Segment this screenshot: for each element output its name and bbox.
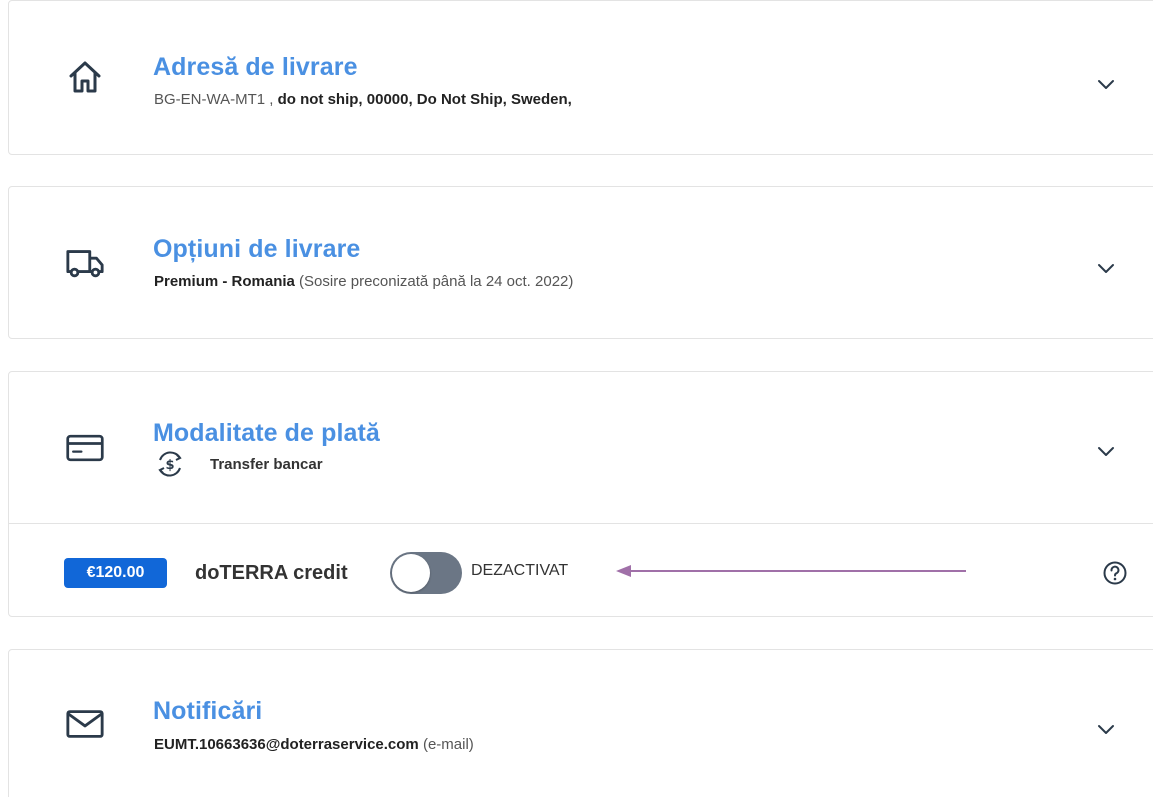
chevron-down-icon[interactable] bbox=[1095, 73, 1117, 95]
shipping-eta: (Sosire preconizată până la 24 oct. 2022… bbox=[299, 273, 574, 290]
notifications-card: Notificări EUMT.10663636@doterraservice.… bbox=[8, 649, 1153, 797]
notifications-header[interactable]: Notificări EUMT.10663636@doterraservice.… bbox=[9, 650, 1153, 797]
svg-text:$: $ bbox=[165, 458, 174, 473]
chevron-down-icon[interactable] bbox=[1095, 257, 1117, 279]
shipping-options-card: Opțiuni de livrare Premium - Romania (So… bbox=[8, 186, 1153, 339]
chevron-down-icon[interactable] bbox=[1095, 718, 1117, 740]
notifications-title: Notificări bbox=[153, 697, 263, 725]
notification-email: EUMT.10663636@doterraservice.com bbox=[154, 736, 419, 753]
shipping-address-card: Adresă de livrare BG-EN-WA-MT1 , do not … bbox=[8, 0, 1153, 155]
shipping-options-header[interactable]: Opțiuni de livrare Premium - Romania (So… bbox=[9, 187, 1153, 340]
credit-card-icon bbox=[65, 428, 105, 468]
credit-label: doTERRA credit bbox=[195, 562, 348, 584]
shipping-address-header[interactable]: Adresă de livrare BG-EN-WA-MT1 , do not … bbox=[9, 1, 1153, 156]
home-icon bbox=[65, 57, 105, 97]
credit-toggle[interactable] bbox=[390, 552, 462, 594]
shipping-address-title: Adresă de livrare bbox=[153, 53, 358, 81]
credit-amount-badge: €120.00 bbox=[64, 558, 167, 588]
shipping-address-summary: BG-EN-WA-MT1 , do not ship, 00000, Do No… bbox=[154, 91, 572, 108]
payment-method: Transfer bancar bbox=[210, 456, 323, 473]
payment-title: Modalitate de plată bbox=[153, 419, 380, 447]
dollar-exchange-icon: $ bbox=[154, 448, 186, 480]
payment-divider bbox=[9, 523, 1153, 524]
help-icon[interactable] bbox=[1102, 560, 1128, 586]
truck-icon bbox=[65, 243, 105, 283]
shipping-method: Premium - Romania bbox=[154, 273, 295, 290]
notifications-summary: EUMT.10663636@doterraservice.com (e-mail… bbox=[154, 736, 474, 753]
notification-channel: (e-mail) bbox=[422, 736, 474, 753]
envelope-icon bbox=[65, 704, 105, 744]
chevron-down-icon[interactable] bbox=[1095, 440, 1117, 462]
shipping-address-name: BG-EN-WA-MT1 , bbox=[154, 91, 274, 108]
shipping-options-title: Opțiuni de livrare bbox=[153, 235, 361, 263]
shipping-options-summary: Premium - Romania (Sosire preconizată pâ… bbox=[154, 273, 573, 290]
credit-toggle-state: DEZACTIVAT bbox=[471, 562, 569, 579]
credit-row: €120.00 doTERRA credit DEZACTIVAT bbox=[9, 544, 1153, 602]
payment-card: Modalitate de plată $ Transfer bancar €1… bbox=[8, 371, 1153, 617]
shipping-address-line: do not ship, 00000, Do Not Ship, Sweden, bbox=[277, 91, 572, 108]
toggle-knob bbox=[392, 554, 430, 592]
payment-header[interactable]: Modalitate de plată $ Transfer bancar bbox=[9, 372, 1153, 523]
annotation-arrow-icon bbox=[616, 565, 966, 577]
